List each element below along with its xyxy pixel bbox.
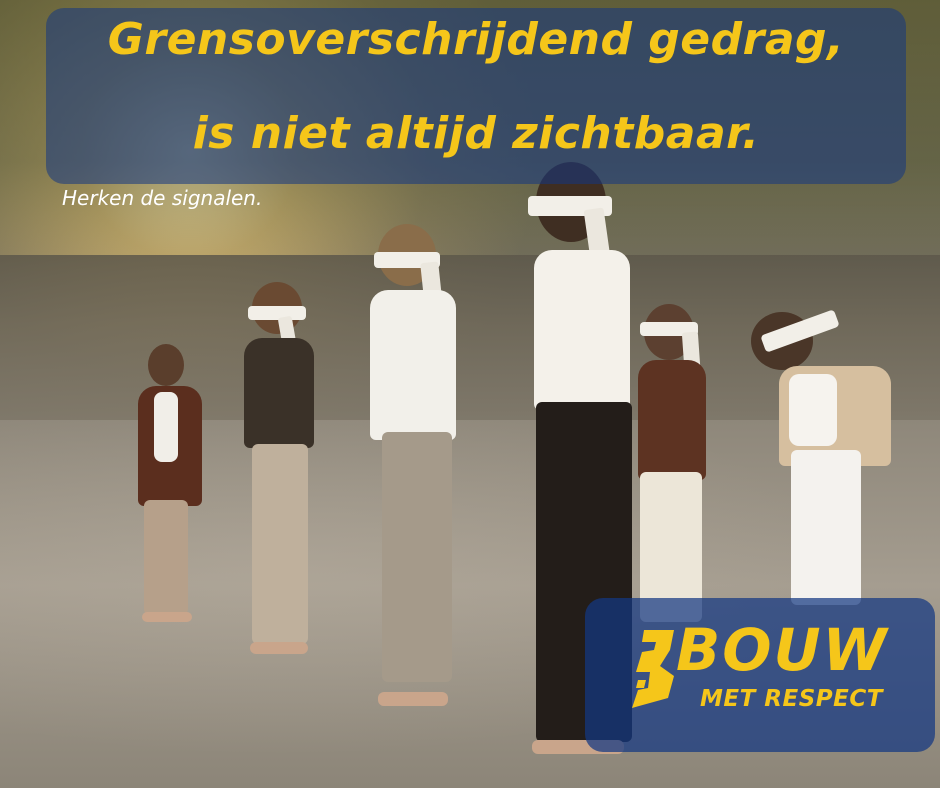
logo-word: BOUW bbox=[676, 616, 889, 684]
headline-line-2: is niet altijd zichtbaar. bbox=[192, 108, 760, 159]
logo-subtitle: MET RESPECT bbox=[700, 686, 883, 712]
blindfolded-person bbox=[745, 309, 900, 610]
blindfolded-person bbox=[240, 280, 330, 665]
blindfolded-person bbox=[130, 340, 210, 630]
headline-line-1: Grensoverschrijdend gedrag, bbox=[107, 14, 845, 65]
blindfolded-person bbox=[630, 302, 720, 632]
blindfolded-person bbox=[360, 222, 470, 712]
subtitle: Herken de signalen. bbox=[62, 186, 263, 210]
logo-b-mark-icon bbox=[632, 630, 674, 708]
